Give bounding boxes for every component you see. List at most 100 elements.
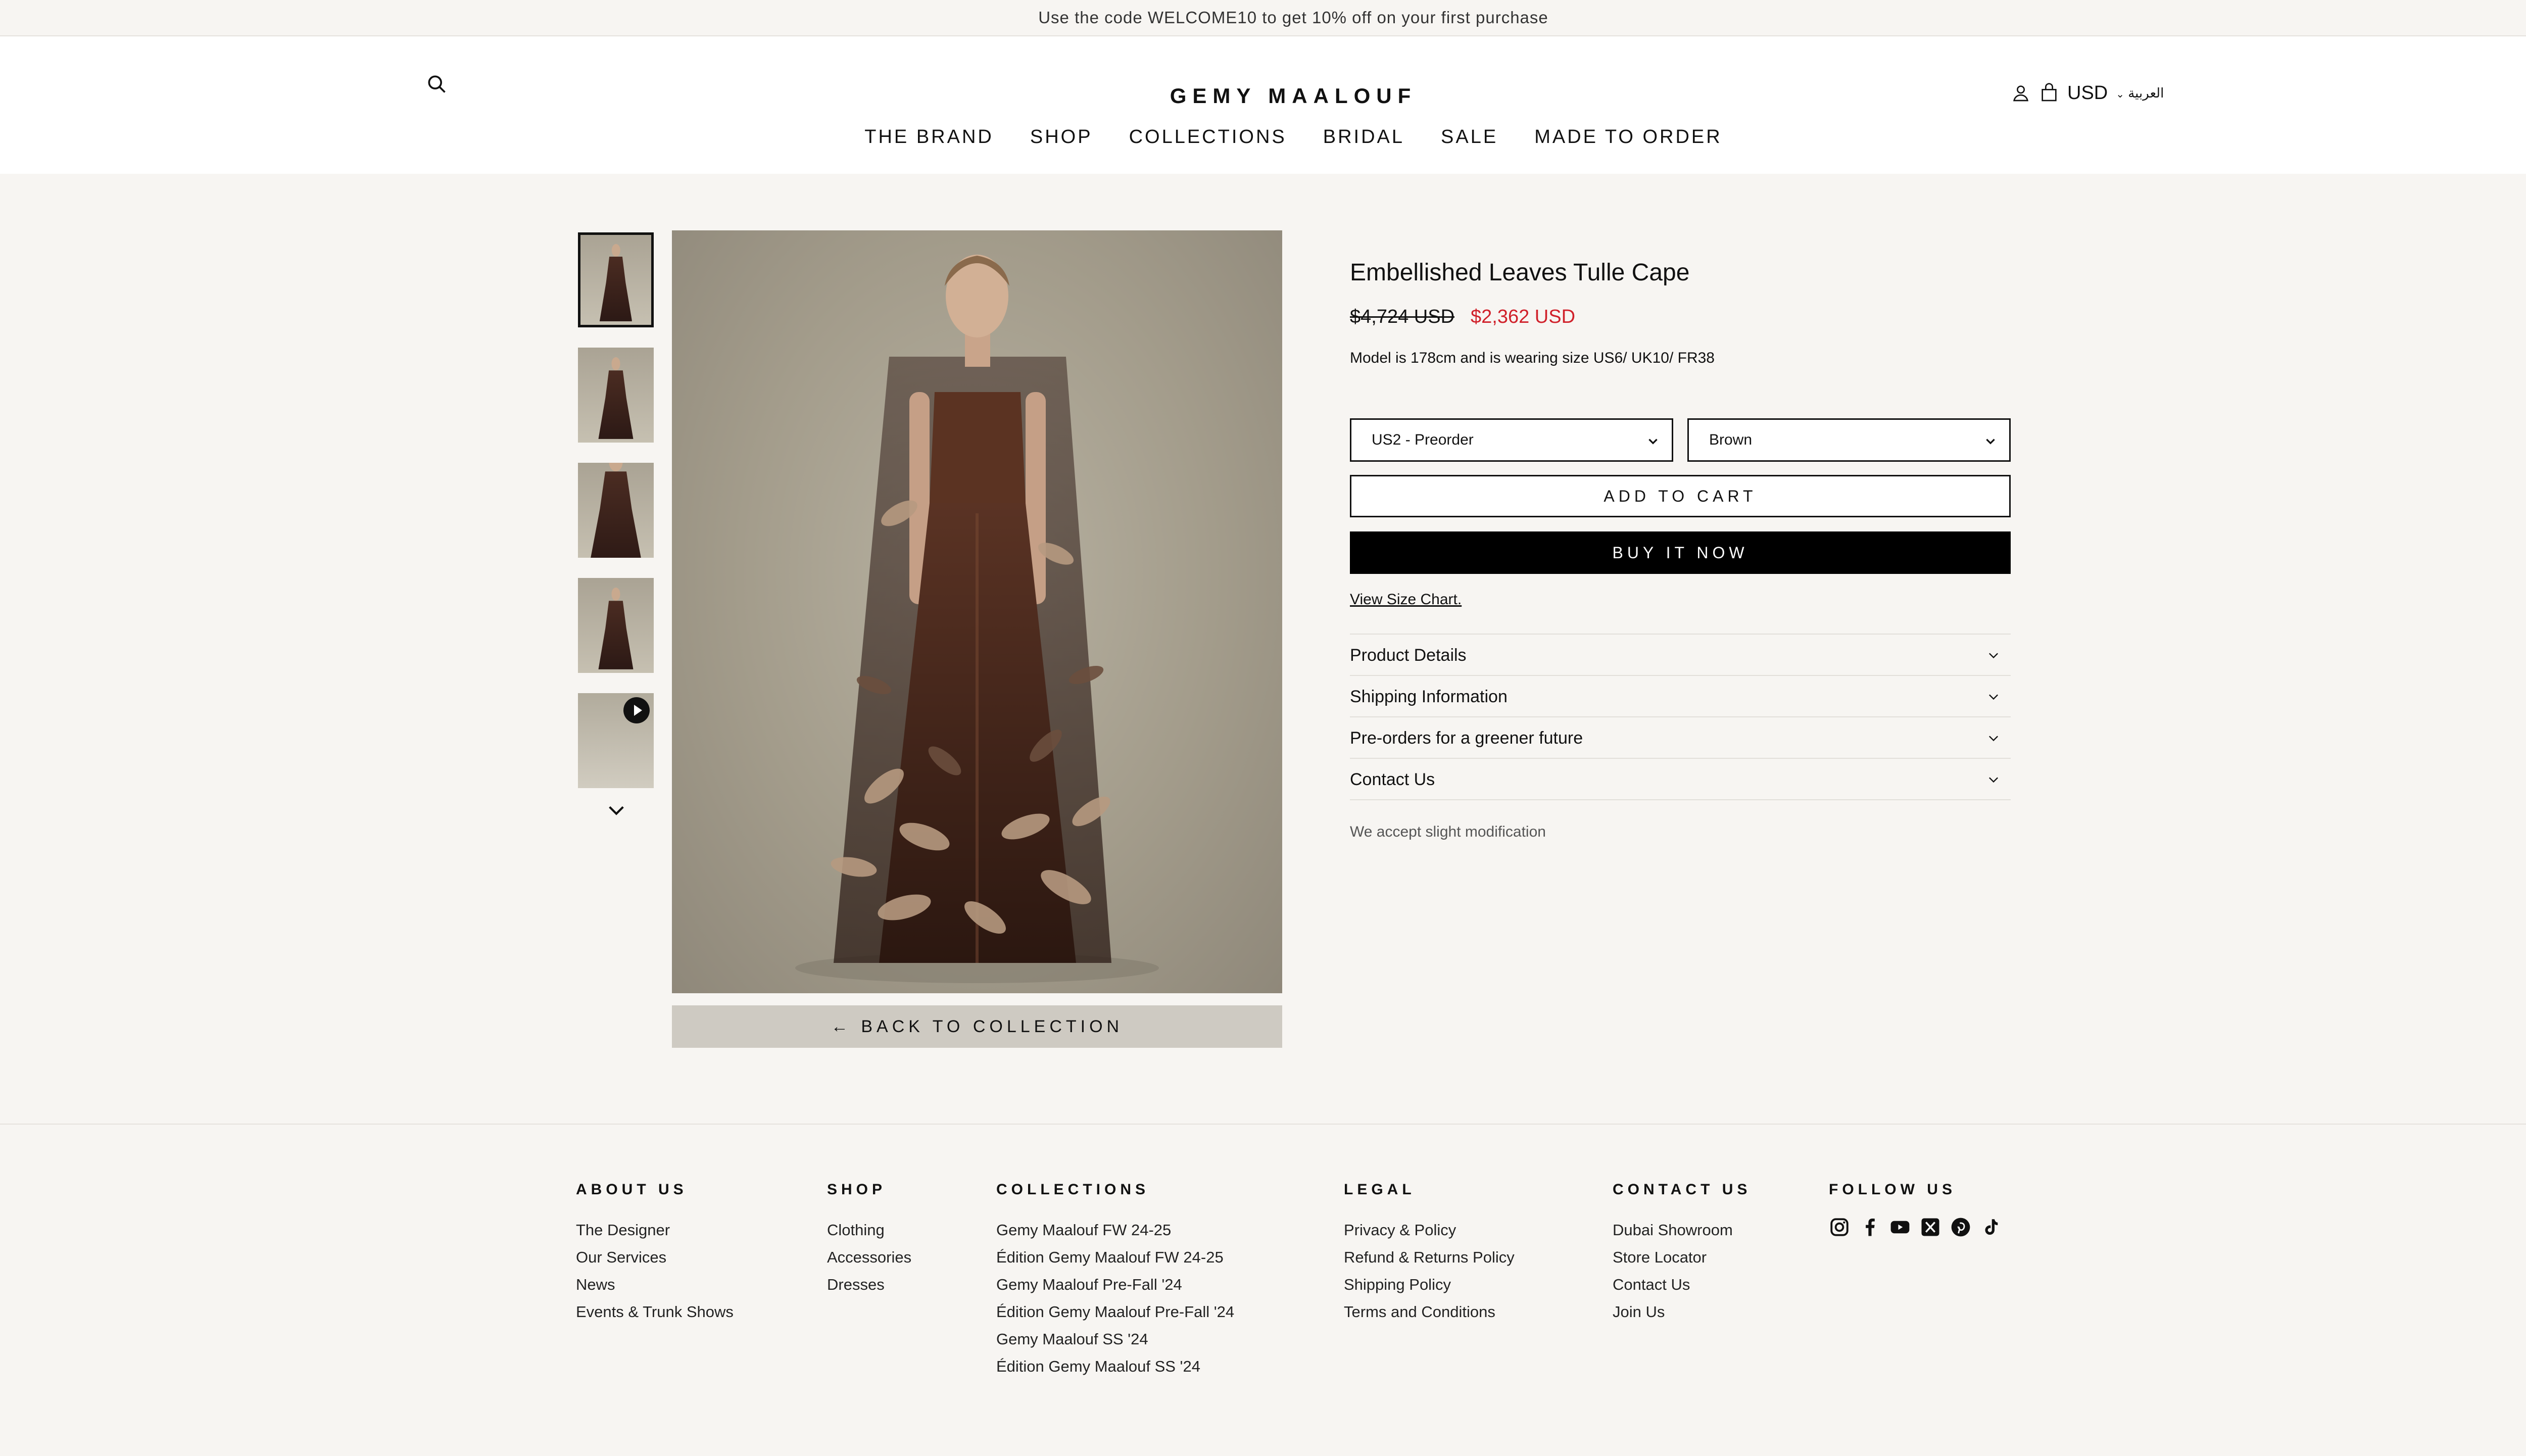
footer-link[interactable]: Édition Gemy Maalouf FW 24-25 (996, 1244, 1234, 1271)
footer-link[interactable]: Contact Us (1613, 1271, 1751, 1298)
chevron-down-icon[interactable] (606, 803, 626, 817)
footer-link[interactable]: Gemy Maalouf Pre-Fall '24 (996, 1271, 1234, 1298)
footer-link[interactable]: News (576, 1271, 734, 1298)
header-utilities: USD العربية ⌄ (2011, 79, 2164, 107)
dress-image (599, 244, 633, 323)
chevron-down-icon (1989, 736, 1998, 742)
footer-link[interactable]: Gemy Maalouf SS '24 (996, 1326, 1234, 1353)
original-price: $4,724 USD (1350, 306, 1455, 327)
product-main-image[interactable] (672, 230, 1282, 993)
thumbnail-1[interactable] (578, 232, 654, 327)
footer-link[interactable]: The Designer (576, 1217, 734, 1244)
nav-the-brand[interactable]: THE BRAND (864, 126, 994, 148)
footer-link[interactable]: Dubai Showroom (1613, 1217, 1751, 1244)
footer-follow-column: FOLLOW US (1829, 1181, 2002, 1238)
footer-link[interactable]: Édition Gemy Maalouf SS '24 (996, 1353, 1234, 1380)
thumbnail-4[interactable] (578, 578, 654, 673)
footer-link[interactable]: Our Services (576, 1244, 734, 1271)
thumbnail-2[interactable] (578, 348, 654, 443)
footer-link[interactable]: Terms and Conditions (1344, 1298, 1515, 1326)
nav-made-to-order[interactable]: MADE TO ORDER (1534, 126, 1722, 148)
accordion-product-details[interactable]: Product Details (1350, 634, 2011, 676)
tiktok-icon[interactable] (1980, 1217, 2002, 1238)
instagram-icon[interactable] (1829, 1217, 1850, 1238)
footer-heading: FOLLOW US (1829, 1181, 1956, 1198)
currency-selector[interactable]: USD (2067, 82, 2108, 104)
footer-legal-column: LEGAL Privacy & Policy Refund & Returns … (1344, 1181, 1515, 1326)
account-icon[interactable] (2011, 83, 2031, 103)
footer-link[interactable]: Dresses (827, 1271, 911, 1298)
add-to-cart-button[interactable]: ADD TO CART (1350, 475, 2011, 517)
footer-link[interactable]: Édition Gemy Maalouf Pre-Fall '24 (996, 1298, 1234, 1326)
back-to-collection-button[interactable]: ← BACK TO COLLECTION (672, 1005, 1282, 1048)
footer-contact-column: CONTACT US Dubai Showroom Store Locator … (1613, 1181, 1751, 1326)
language-label: العربية (2128, 85, 2164, 101)
youtube-icon[interactable] (1889, 1217, 1911, 1238)
chevron-down-icon (1986, 439, 1995, 445)
model-size-note: Model is 178cm and is wearing size US6/ … (1350, 350, 1715, 366)
accordion-shipping-information[interactable]: Shipping Information (1350, 675, 2011, 717)
accordion-label: Contact Us (1350, 769, 1435, 789)
social-links (1829, 1217, 2002, 1238)
play-icon (623, 697, 650, 723)
accordion-label: Pre-orders for a greener future (1350, 728, 1583, 748)
chevron-down-icon: ⌄ (2116, 88, 2124, 100)
footer-link[interactable]: Gemy Maalouf FW 24-25 (996, 1217, 1234, 1244)
announcement-text: Use the code WELCOME10 to get 10% off on… (1038, 8, 1548, 27)
accordion-label: Shipping Information (1350, 687, 1508, 706)
footer-link[interactable]: Events & Trunk Shows (576, 1298, 734, 1326)
footer-link[interactable]: Join Us (1613, 1298, 1751, 1326)
modification-note: We accept slight modification (1350, 823, 1546, 840)
buy-it-now-button[interactable]: BUY IT NOW (1350, 531, 2011, 574)
language-selector[interactable]: العربية ⌄ (2116, 85, 2164, 101)
dress-closeup-image (589, 463, 643, 558)
footer-link[interactable]: Refund & Returns Policy (1344, 1244, 1515, 1271)
pinterest-icon[interactable] (1950, 1217, 1971, 1238)
footer-heading: CONTACT US (1613, 1181, 1752, 1198)
nav-shop[interactable]: SHOP (1030, 126, 1093, 148)
main-nav: THE BRAND SHOP COLLECTIONS BRIDAL SALE M… (0, 126, 2526, 148)
product-title: Embellished Leaves Tulle Cape (1350, 259, 1690, 286)
accordion-contact-us[interactable]: Contact Us (1350, 758, 2011, 800)
accordion-divider (1350, 799, 2011, 800)
footer-heading: ABOUT US (576, 1181, 688, 1198)
announcement-bar: Use the code WELCOME10 to get 10% off on… (0, 0, 2526, 36)
facebook-icon[interactable] (1859, 1217, 1880, 1238)
color-select-value: Brown (1709, 431, 1753, 448)
accordion-label: Product Details (1350, 645, 1467, 665)
site-footer (0, 1124, 2526, 1456)
footer-about-column: ABOUT US The Designer Our Services News … (576, 1181, 734, 1326)
nav-bridal[interactable]: BRIDAL (1323, 126, 1404, 148)
sale-price: $2,362 USD (1471, 306, 1576, 327)
footer-link[interactable]: Clothing (827, 1217, 911, 1244)
size-select[interactable]: US2 - Preorder (1350, 418, 1673, 462)
chevron-down-icon (1989, 777, 1998, 783)
x-icon[interactable] (1920, 1217, 1941, 1238)
price-row: $4,724 USD $2,362 USD (1350, 306, 1575, 328)
dress-image (598, 357, 634, 441)
thumbnail-video[interactable] (578, 693, 654, 788)
dress-image (598, 587, 634, 671)
dress-illustration (795, 255, 1159, 983)
footer-link[interactable]: Accessories (827, 1244, 911, 1271)
cart-icon[interactable] (2039, 83, 2059, 103)
footer-shop-column: SHOP Clothing Accessories Dresses (827, 1181, 911, 1298)
footer-heading: SHOP (827, 1181, 887, 1198)
footer-link[interactable]: Privacy & Policy (1344, 1217, 1515, 1244)
nav-sale[interactable]: SALE (1441, 126, 1498, 148)
footer-heading: COLLECTIONS (996, 1181, 1149, 1198)
chevron-down-icon (1989, 694, 1998, 700)
accordion-pre-orders[interactable]: Pre-orders for a greener future (1350, 716, 2011, 759)
chevron-down-icon (1648, 439, 1658, 445)
site-header: GEMY MAALOUF USD العربية ⌄ THE BRAND SHO… (0, 36, 2526, 174)
color-select[interactable]: Brown (1687, 418, 2011, 462)
size-select-value: US2 - Preorder (1372, 431, 1474, 448)
footer-heading: LEGAL (1344, 1181, 1416, 1198)
thumbnail-3[interactable] (578, 463, 654, 558)
footer-collections-column: COLLECTIONS Gemy Maalouf FW 24-25 Éditio… (996, 1181, 1234, 1380)
size-chart-link[interactable]: View Size Chart. (1350, 591, 1462, 608)
footer-link[interactable]: Shipping Policy (1344, 1271, 1515, 1298)
footer-link[interactable]: Store Locator (1613, 1244, 1751, 1271)
nav-collections[interactable]: COLLECTIONS (1129, 126, 1287, 148)
chevron-down-icon (1989, 653, 1998, 659)
